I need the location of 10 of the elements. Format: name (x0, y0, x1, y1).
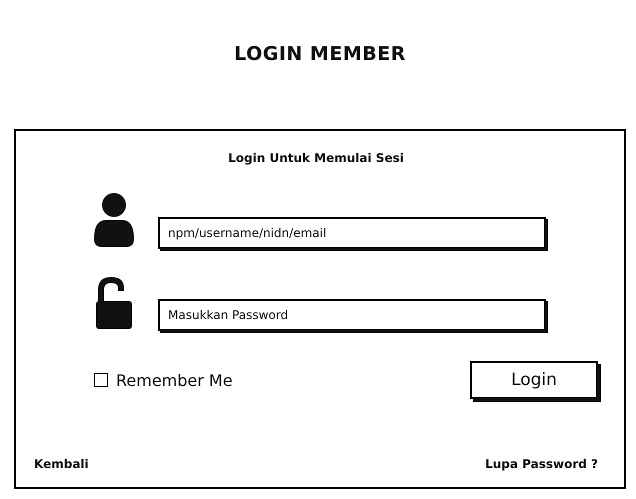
remember-checkbox[interactable] (94, 373, 108, 387)
page-title: LOGIN MEMBER (233, 42, 407, 67)
back-link[interactable]: Kembali (34, 457, 89, 471)
form-heading: Login Untuk Memulai Sesi (227, 151, 405, 165)
forgot-password-link[interactable]: Lupa Password ? (485, 457, 598, 471)
login-button[interactable]: Login (470, 361, 598, 399)
password-field[interactable]: Masukkan Password (158, 299, 546, 331)
remember-label[interactable]: Remember Me (116, 370, 233, 390)
username-field[interactable]: npm/username/nidn/email (158, 217, 546, 249)
person-icon (92, 193, 136, 247)
